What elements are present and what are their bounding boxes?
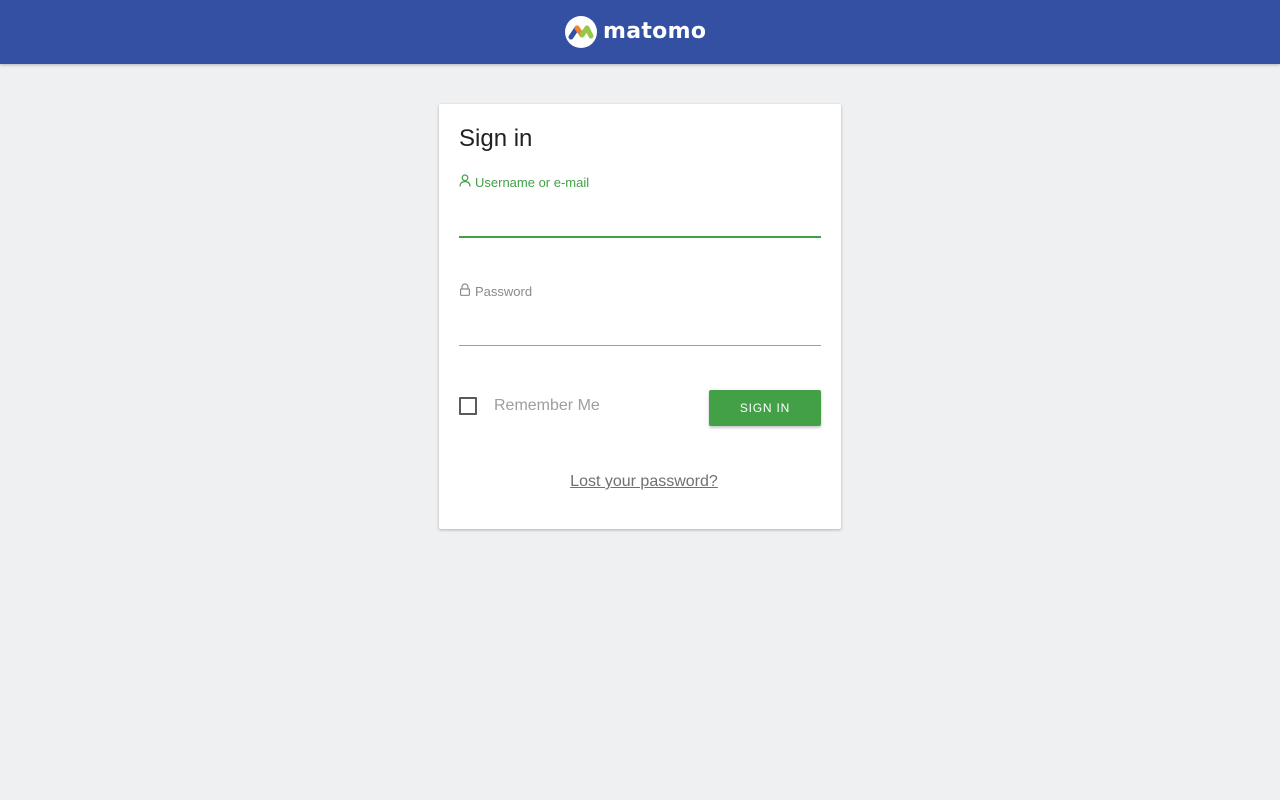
login-card: Sign in Username or e-mail Password Reme…: [439, 104, 841, 529]
matomo-logo-icon: [565, 15, 597, 48]
password-label-text: Password: [475, 283, 533, 299]
password-input[interactable]: [459, 315, 821, 346]
username-input[interactable]: [459, 206, 821, 238]
password-label: Password: [459, 283, 532, 299]
checkbox-box[interactable]: [459, 397, 477, 415]
lock-icon: [459, 283, 475, 299]
user-icon: [459, 174, 475, 190]
remember-me-label[interactable]: Remember Me: [494, 397, 600, 415]
logo-text: matomo: [603, 19, 707, 44]
top-header-bar: matomo: [0, 0, 1280, 64]
username-label-text: Username or e-mail: [475, 174, 590, 190]
lost-password-link[interactable]: Lost your password?: [439, 473, 849, 491]
username-label: Username or e-mail: [459, 174, 589, 190]
sign-in-button[interactable]: SIGN IN: [709, 390, 821, 426]
matomo-logo[interactable]: matomo: [565, 15, 706, 48]
remember-me-checkbox[interactable]: Remember Me: [459, 397, 600, 415]
page-title: Sign in: [459, 125, 533, 152]
